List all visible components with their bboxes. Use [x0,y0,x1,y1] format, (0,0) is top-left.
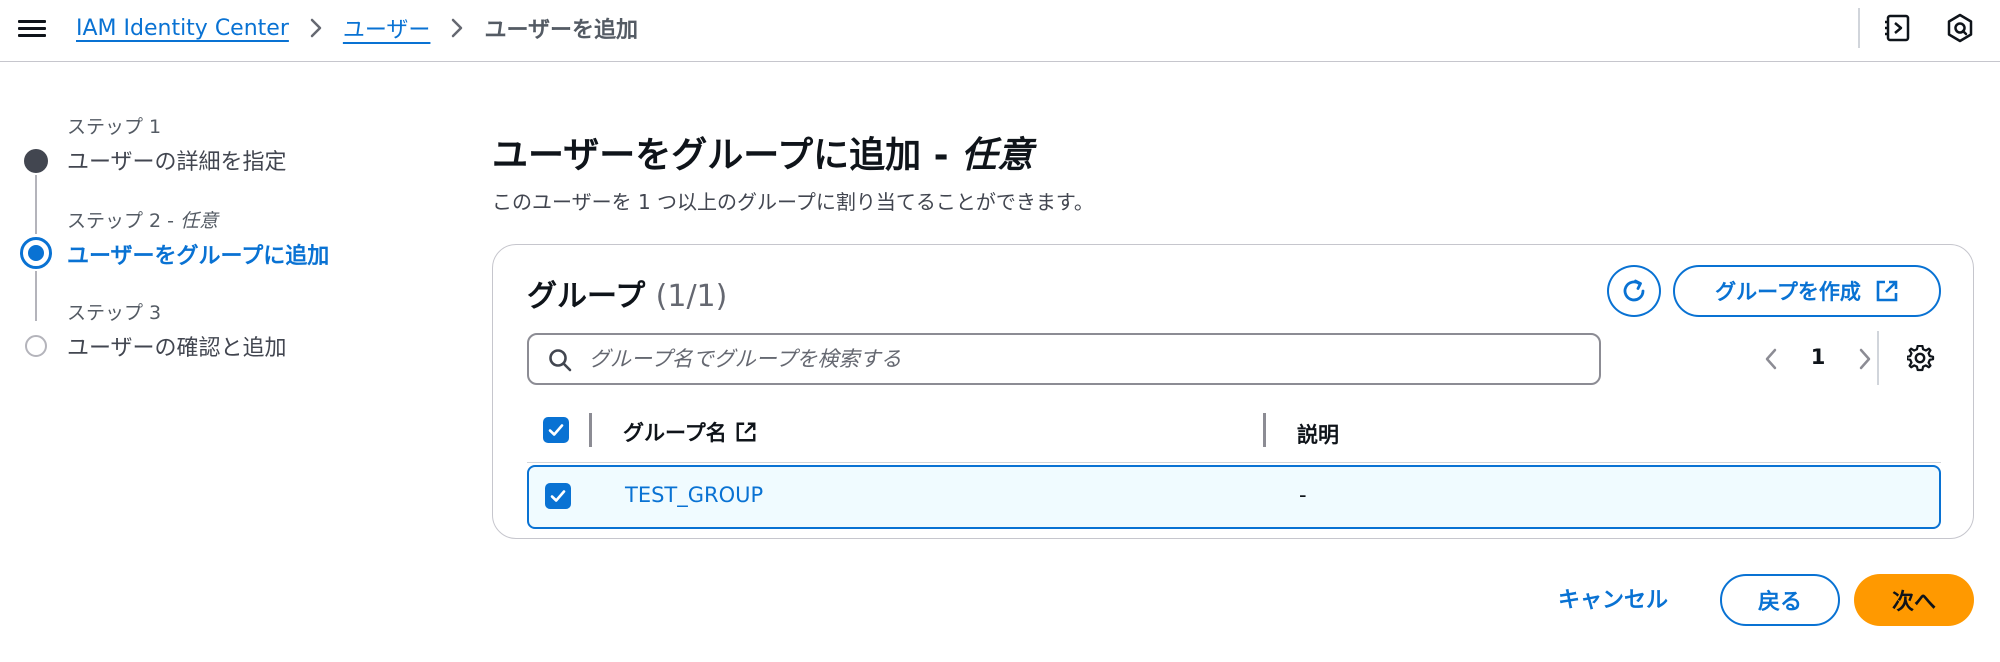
step-completed-icon [24,149,48,173]
step-3-number: ステップ 3 [67,302,162,324]
breadcrumb-current: ユーザーを追加 [484,18,638,43]
breadcrumb-users[interactable]: ユーザー [343,12,431,44]
groups-table-container: グループ (1/1) グループを作成 1 [492,244,1974,539]
group-name-link[interactable]: TEST_GROUP [625,483,763,507]
column-resizer[interactable] [1263,413,1266,447]
current-page-number[interactable]: 1 [1803,345,1833,369]
pager-divider [1877,331,1879,385]
page-title: ユーザーをグループに追加 - 任意 [492,135,1034,176]
breadcrumb-iam-identity-center[interactable]: IAM Identity Center [76,16,289,41]
breadcrumb: IAM Identity Center ユーザー ユーザーを追加 [76,12,638,44]
step-2-title: ユーザーをグループに追加 [67,244,330,269]
create-group-button[interactable]: グループを作成 [1673,265,1941,317]
previous-page-icon[interactable] [1753,341,1789,377]
step-3-title: ユーザーの確認と追加 [67,336,287,361]
checkmark-icon [548,424,564,436]
external-link-icon [1876,280,1898,302]
column-header-group-name[interactable]: グループ名 [623,417,757,447]
group-description: - [1299,483,1307,507]
create-group-label: グループを作成 [1715,280,1861,304]
top-navigation-bar: IAM Identity Center ユーザー ユーザーを追加 [0,0,2000,62]
select-all-checkbox[interactable] [543,417,569,443]
chevron-right-icon [430,12,484,44]
chevron-right-icon [289,12,343,44]
column-header-description[interactable]: 説明 [1297,419,1339,449]
table-row[interactable]: TEST_GROUP - [527,465,1941,529]
step-pending-icon [25,335,47,357]
search-icon [549,349,572,372]
notifications-icon[interactable] [1944,12,1976,44]
external-link-icon [736,422,756,442]
tools-panel-icon[interactable] [1882,12,1914,44]
groups-table-title: グループ (1/1) [527,279,728,314]
group-search-input[interactable] [527,333,1601,385]
gear-icon[interactable] [1903,341,1939,377]
groups-count: (1/1) [655,279,728,314]
refresh-icon [1623,279,1645,302]
row-checkbox[interactable] [545,483,571,509]
topbar-divider [1858,8,1860,48]
step-connector [35,271,37,321]
refresh-button[interactable] [1607,265,1661,317]
step-connector [35,175,37,234]
step-1-title[interactable]: ユーザーの詳細を指定 [67,144,287,176]
menu-icon[interactable] [18,16,46,40]
checkmark-icon [550,490,566,502]
column-resizer[interactable] [589,413,592,447]
group-search-field[interactable] [589,335,1579,382]
next-button[interactable]: 次へ [1854,574,1974,626]
table-header: グループ名 説明 [527,399,1941,463]
step-1-number: ステップ 1 [67,116,162,138]
wizard-stepper: ステップ 1 ユーザーの詳細を指定 ステップ 2 - 任意 ユーザーをグループに… [0,100,440,380]
step-current-icon [20,237,52,269]
back-button[interactable]: 戻る [1720,574,1840,626]
step-2-number: ステップ 2 - 任意 [67,210,219,232]
page-description: このユーザーを 1 つ以上のグループに割り当てることができます。 [492,190,1094,214]
cancel-button[interactable]: キャンセル [1548,574,1678,622]
